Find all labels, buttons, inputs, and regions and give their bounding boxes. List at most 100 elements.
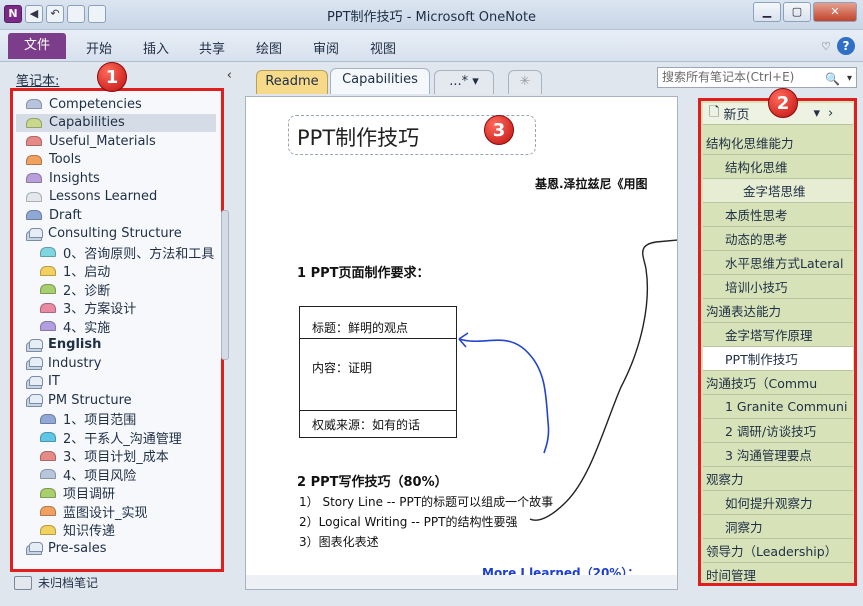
tab-insert[interactable]: 插入 xyxy=(143,38,169,57)
section-label: 2、诊断 xyxy=(63,283,111,299)
section-group-icon xyxy=(26,227,43,241)
section-group-item[interactable]: Consulting Structure xyxy=(16,225,216,244)
section-tab-icon xyxy=(40,487,56,498)
section-tab-icon xyxy=(26,136,42,147)
page-tab-item[interactable]: 沟通表达能力 xyxy=(703,299,853,323)
tab-draw[interactable]: 绘图 xyxy=(256,38,282,57)
section-item[interactable]: Draft xyxy=(16,206,216,225)
section-item[interactable]: 3、项目计划_成本 xyxy=(16,447,216,465)
section-group-item[interactable]: Pre-sales xyxy=(16,539,216,558)
page-tab-item[interactable]: 动态的思考 xyxy=(703,227,853,251)
new-page-label: 新页 xyxy=(723,108,750,123)
section-item[interactable]: Useful_Materials xyxy=(16,132,216,151)
collapse-pane-icon[interactable]: ‹ xyxy=(227,68,232,83)
section-item[interactable]: Lessons Learned xyxy=(16,188,216,207)
tab-readme[interactable]: Readme xyxy=(256,70,328,94)
ink-annotations xyxy=(458,239,677,521)
ribbon-minimize-icon[interactable]: ♡ xyxy=(821,40,831,53)
section-tab-icon xyxy=(26,99,42,110)
section-tab-icon xyxy=(40,302,56,313)
page-tab-item[interactable]: 如何提升观察力 xyxy=(703,491,853,515)
search-scope-chevron-icon[interactable]: ▾ xyxy=(847,69,852,88)
notebook-scrollbar[interactable] xyxy=(218,100,232,560)
page-canvas[interactable]: PPT制作技巧 基恩.泽拉兹尼《用图 1 PPT页面制作要求： 标题：鲜明的观点… xyxy=(245,96,678,590)
more-sections-label: ...* xyxy=(449,74,469,89)
section-item[interactable]: Insights xyxy=(16,169,216,188)
chevron-right-icon[interactable]: › xyxy=(828,106,833,121)
section-item[interactable]: Capabilities xyxy=(16,113,216,132)
section-label: English xyxy=(48,337,102,353)
section-label: 项目调研 xyxy=(63,487,116,503)
section-item[interactable]: 1、项目范围 xyxy=(16,410,216,428)
page-tab-item[interactable]: 2 调研/访谈技巧 xyxy=(703,419,853,443)
search-icon[interactable]: 🔍 xyxy=(825,70,840,89)
section-tab-icon xyxy=(40,265,56,276)
tab-review[interactable]: 审阅 xyxy=(313,38,339,57)
section-group-item[interactable]: Industry xyxy=(16,354,216,373)
section-label: 知识传递 xyxy=(63,524,116,540)
section-item[interactable]: Tools xyxy=(16,151,216,170)
tab-share[interactable]: 共享 xyxy=(199,38,225,57)
section-item[interactable]: 知识传递 xyxy=(16,521,216,540)
section-item[interactable]: 蓝图设计_实现 xyxy=(16,502,216,521)
tab-new-section[interactable]: ✳ xyxy=(508,70,542,94)
section-item[interactable]: 4、项目风险 xyxy=(16,465,216,484)
page-tab-item[interactable]: 结构化思维能力 xyxy=(703,131,853,155)
file-tab[interactable]: 文件 xyxy=(8,33,66,59)
section-item[interactable]: 3、方案设计 xyxy=(16,299,216,317)
page-tab-item[interactable]: 时间管理 xyxy=(703,563,853,583)
ribbon: 文件 开始 插入 共享 绘图 审阅 视图 ♡ ? xyxy=(0,30,863,62)
page-tab-item[interactable]: 培训小技巧 xyxy=(703,275,853,299)
search-input[interactable]: 搜索所有笔记本(Ctrl+E) 🔍 ▾ xyxy=(657,67,857,88)
page-tab-item[interactable]: 结构化思维 xyxy=(703,155,853,179)
page-tab-label: 水平思维方式Lateral xyxy=(725,256,844,271)
page-tab-item[interactable]: 领导力（Leadership） xyxy=(703,539,853,563)
unfiled-notes[interactable]: 未归档笔记 xyxy=(14,574,98,591)
section-item[interactable]: 0、咨询原则、方法和工具 xyxy=(16,243,216,262)
unfiled-notes-label: 未归档笔记 xyxy=(38,576,99,590)
minimize-button[interactable]: ▁ xyxy=(753,2,781,22)
section-label: Insights xyxy=(49,170,100,186)
notebook-section-list: Competencies Capabilities Useful_Materials… xyxy=(16,95,216,558)
page-tab-item[interactable]: 本质性思考 xyxy=(703,203,853,227)
maximize-button[interactable]: ▢ xyxy=(783,2,811,22)
section-item[interactable]: 项目调研 xyxy=(16,484,216,503)
section-label: Industry xyxy=(48,355,102,371)
page-tab-item[interactable]: 沟通技巧（Commu xyxy=(703,371,853,395)
help-icon[interactable]: ? xyxy=(837,37,855,55)
page-tab-item[interactable]: 金字塔思维 xyxy=(703,179,853,203)
page-tab-item[interactable]: 观察力 xyxy=(703,467,853,491)
section-item[interactable]: 1、启动 xyxy=(16,262,216,280)
page-tab-item[interactable]: 金字塔写作原理 xyxy=(703,323,853,347)
close-button[interactable]: ✕ xyxy=(813,2,857,22)
section-label: Capabilities xyxy=(49,115,125,131)
section-group-item[interactable]: IT xyxy=(16,373,216,392)
tab-home[interactable]: 开始 xyxy=(86,38,112,57)
section-item[interactable]: Competencies xyxy=(16,95,216,114)
tab-more-sections[interactable]: ...* ▾ xyxy=(434,70,494,94)
tab-capabilities[interactable]: Capabilities xyxy=(330,68,430,94)
section-tab-icon xyxy=(40,284,56,295)
page-tab-item[interactable]: PPT制作技巧 xyxy=(703,347,853,371)
page-tab-item[interactable]: 洞察力 xyxy=(703,515,853,539)
page-horizontal-scrollbar[interactable] xyxy=(246,575,677,589)
page-tab-item[interactable]: 3 沟通管理要点 xyxy=(703,443,853,467)
page-tab-item[interactable]: 水平思维方式Lateral xyxy=(703,251,853,275)
section-group-item[interactable]: PM Structure xyxy=(16,391,216,410)
page-tab-label: 2 调研/访谈技巧 xyxy=(725,424,817,439)
tab-view[interactable]: 视图 xyxy=(370,38,396,57)
window-title: PPT制作技巧 - Microsoft OneNote xyxy=(326,10,537,25)
ink-stroke-black-2 xyxy=(655,239,677,243)
section-tab-icon xyxy=(40,524,56,535)
page-tab-item[interactable]: 1 Granite Communi xyxy=(703,395,853,419)
section-group-icon xyxy=(26,375,43,389)
section-tab-icon xyxy=(26,210,42,221)
notebook-scrollbar-thumb[interactable] xyxy=(221,210,229,360)
page-tab-label: 领导力（Leadership） xyxy=(706,544,838,559)
chevron-down-icon[interactable]: ▾ xyxy=(813,106,820,121)
section-label: 4、实施 xyxy=(63,320,111,336)
section-item[interactable]: 2、干系人_沟通管理 xyxy=(16,428,216,447)
section-item[interactable]: 4、实施 xyxy=(16,317,216,336)
section-group-item[interactable]: English xyxy=(16,336,216,355)
section-item[interactable]: 2、诊断 xyxy=(16,280,216,299)
